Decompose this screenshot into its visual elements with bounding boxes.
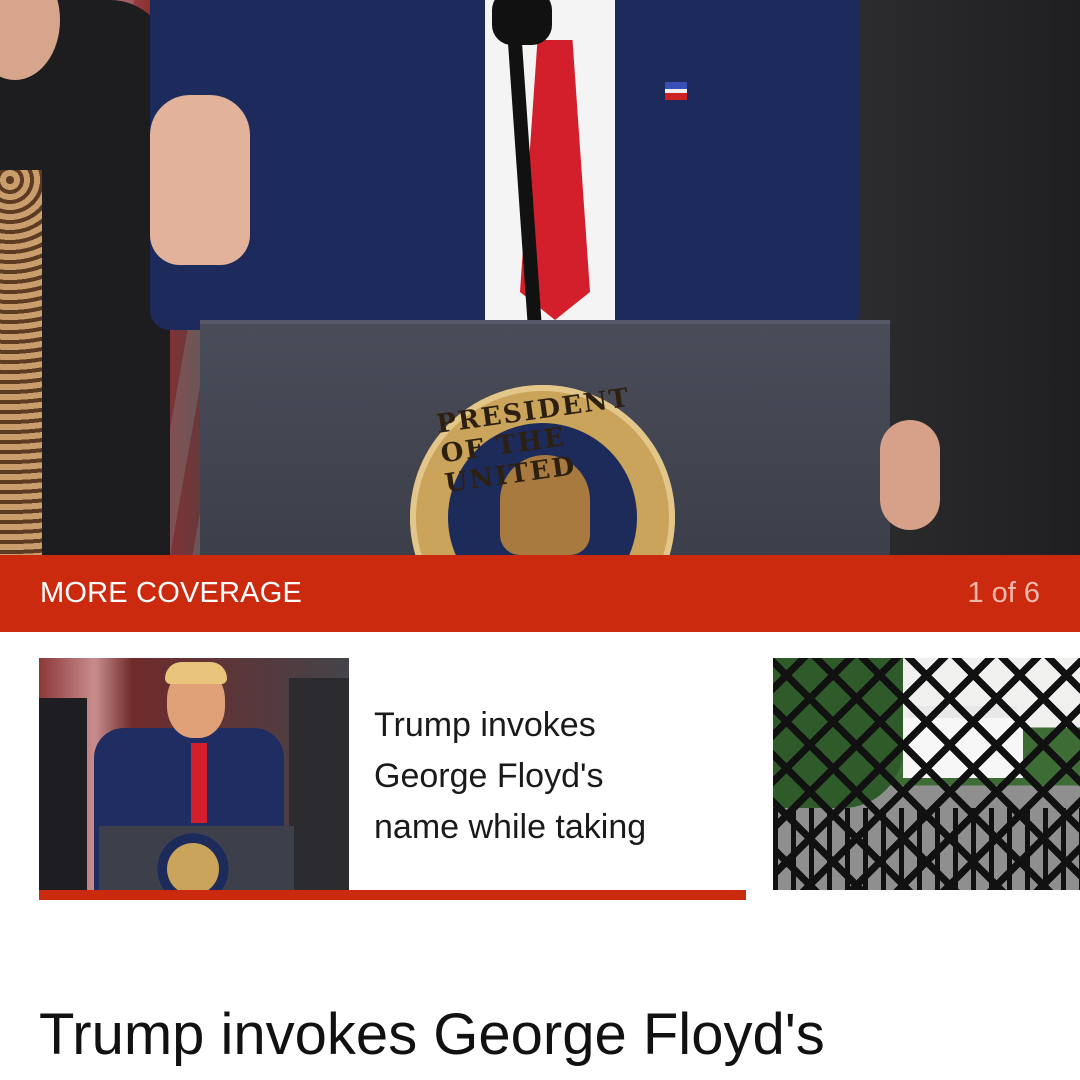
carousel-card[interactable]: Trump invokes George Floyd's name while … (39, 658, 746, 900)
thumb-person-left (39, 698, 87, 890)
more-coverage-title: MORE COVERAGE (40, 577, 303, 609)
microphone-icon (492, 0, 552, 45)
leopard-print-garment (0, 170, 42, 555)
next-card-thumbnail[interactable] (773, 658, 1080, 890)
more-coverage-bar: MORE COVERAGE 1 of 6 (0, 555, 1080, 632)
thumb-hair (165, 662, 227, 684)
thumb-tie (191, 743, 207, 823)
hand-right (880, 420, 940, 530)
speaker-hand (150, 95, 250, 265)
flag-pin-icon (665, 82, 687, 100)
article-headline: Trump invokes George Floyd's (39, 1002, 825, 1067)
thumb-person-right (289, 678, 349, 890)
card-thumbnail[interactable] (39, 658, 349, 890)
shield-icon (528, 515, 560, 555)
thumb-fence (773, 658, 1080, 890)
carousel-page-count: 1 of 6 (967, 577, 1040, 609)
card-headline[interactable]: Trump invokes George Floyd's name while … (374, 700, 724, 853)
hero-image: PRESIDENT OF THE UNITED (0, 0, 1080, 555)
card-progress-bar (39, 890, 746, 900)
